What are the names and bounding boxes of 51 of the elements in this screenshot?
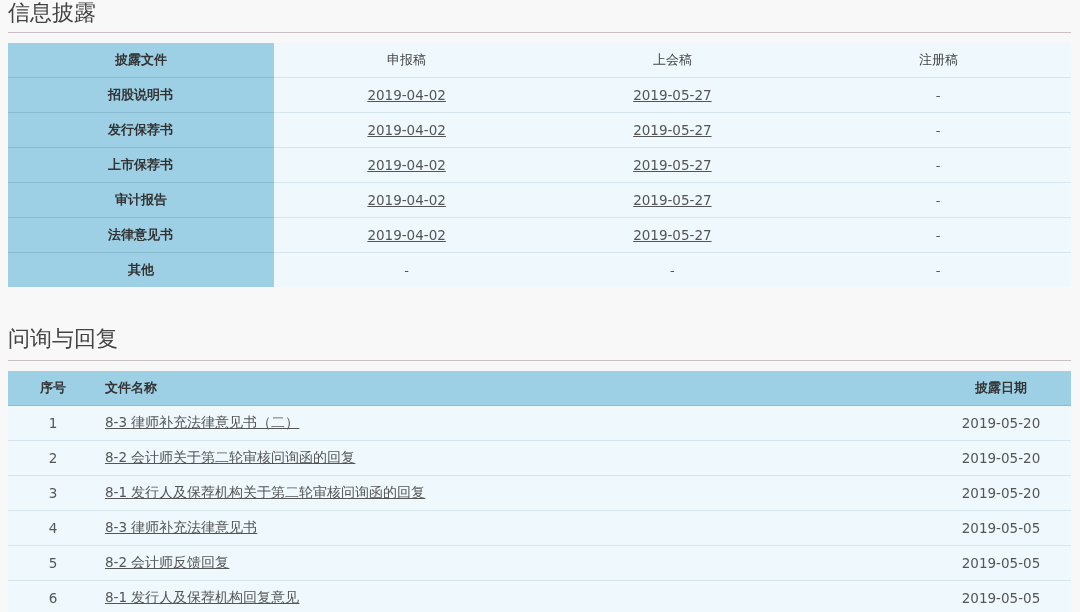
date-link[interactable]: 2019-04-02 xyxy=(367,192,446,208)
section-title: 信息披露 xyxy=(8,0,1071,33)
row-header: 上市保荐书 xyxy=(8,147,274,183)
date-link[interactable]: 2019-05-27 xyxy=(633,227,712,243)
date-cell: 2019-05-20 xyxy=(931,405,1071,441)
date-link[interactable]: 2019-05-27 xyxy=(633,192,712,208)
date-cell: 2019-05-05 xyxy=(931,545,1071,581)
table-cell: - xyxy=(539,252,806,287)
section-title: 问询与回复 xyxy=(8,325,1071,361)
table-cell: - xyxy=(805,112,1071,148)
row-header: 发行保荐书 xyxy=(8,112,274,148)
table-cell: - xyxy=(805,182,1071,218)
row-header: 法律意见书 xyxy=(8,217,274,253)
date-link[interactable]: 2019-05-27 xyxy=(633,122,712,138)
column-header: 披露日期 xyxy=(931,371,1071,406)
date-cell: 2019-05-20 xyxy=(931,475,1071,511)
document-link[interactable]: 8-2 会计师反馈回复 xyxy=(105,554,230,570)
date-cell: 2019-05-05 xyxy=(931,580,1071,612)
table-cell: - xyxy=(805,147,1071,183)
row-header: 招股说明书 xyxy=(8,77,274,113)
column-header: 序号 xyxy=(8,371,98,406)
date-link[interactable]: 2019-05-27 xyxy=(633,157,712,173)
date-link[interactable]: 2019-05-27 xyxy=(633,87,712,103)
date-cell: 2019-05-05 xyxy=(931,510,1071,546)
document-link[interactable]: 8-2 会计师关于第二轮审核问询函的回复 xyxy=(105,449,356,465)
date-cell: 2019-05-20 xyxy=(931,440,1071,476)
column-header: 注册稿 xyxy=(805,43,1071,78)
index-cell: 2 xyxy=(8,440,98,476)
column-header: 上会稿 xyxy=(539,43,806,78)
column-header: 披露文件 xyxy=(8,43,274,78)
column-header: 文件名称 xyxy=(98,371,931,406)
table-cell: - xyxy=(805,217,1071,253)
index-cell: 4 xyxy=(8,510,98,546)
document-link[interactable]: 8-1 发行人及保荐机构关于第二轮审核问询函的回复 xyxy=(105,484,426,500)
index-cell: 6 xyxy=(8,580,98,612)
date-link[interactable]: 2019-04-02 xyxy=(367,87,446,103)
index-cell: 1 xyxy=(8,405,98,441)
row-header: 其他 xyxy=(8,252,274,287)
document-link[interactable]: 8-3 律师补充法律意见书（二） xyxy=(105,414,300,430)
date-link[interactable]: 2019-04-02 xyxy=(367,227,446,243)
date-link[interactable]: 2019-04-02 xyxy=(367,157,446,173)
row-header: 审计报告 xyxy=(8,182,274,218)
table-cell: - xyxy=(805,252,1071,287)
table-cell: - xyxy=(273,252,540,287)
document-link[interactable]: 8-1 发行人及保荐机构回复意见 xyxy=(105,589,300,605)
table-cell: - xyxy=(805,77,1071,113)
column-header: 申报稿 xyxy=(273,43,540,78)
index-cell: 5 xyxy=(8,545,98,581)
date-link[interactable]: 2019-04-02 xyxy=(367,122,446,138)
index-cell: 3 xyxy=(8,475,98,511)
document-link[interactable]: 8-3 律师补充法律意见书 xyxy=(105,519,258,535)
